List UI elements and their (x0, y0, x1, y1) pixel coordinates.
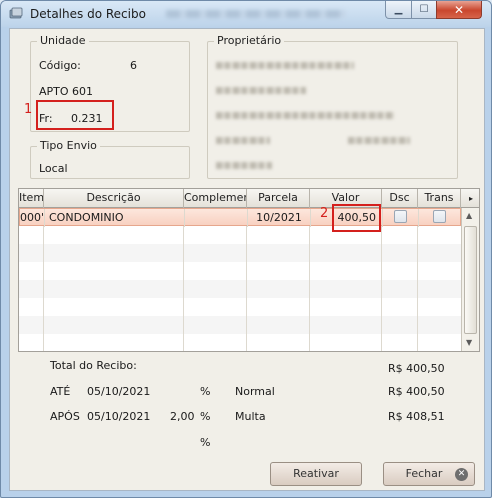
redacted-owner-city (348, 137, 410, 144)
vertical-scrollbar[interactable]: ▲ ▼ (461, 208, 479, 351)
receipt-details-window: Detalhes do Recibo ▁ ☐ ✕ Unidade Código:… (0, 0, 492, 498)
scrollbar-thumb[interactable] (464, 226, 477, 334)
marker-1: 1 (24, 102, 33, 117)
cell-item: 000' (20, 209, 45, 227)
grid-header: Item Descrição Complemento Parcela Valor… (19, 189, 479, 208)
apos-label: APÓS (50, 410, 80, 423)
cell-descricao: CONDOMINIO (45, 209, 185, 227)
scroll-down-icon[interactable]: ▼ (466, 338, 472, 347)
unidade-legend: Unidade (37, 34, 89, 47)
proprietario-legend: Proprietário (214, 34, 285, 47)
apto-value: APTO 601 (39, 85, 94, 98)
empty-row (19, 280, 461, 298)
redacted-owner-doc (216, 87, 306, 94)
close-circle-icon: ✕ (455, 468, 468, 481)
ate-pct: % (200, 385, 211, 398)
title-bar[interactable]: Detalhes do Recibo ▁ ☐ ✕ (1, 1, 491, 27)
chevron-right-icon: ▸ (468, 194, 473, 203)
redacted-title-text (166, 10, 346, 18)
table-row[interactable]: 000' CONDOMINIO 10/2021 400,50 (19, 208, 462, 227)
dialog-body: Unidade Código: 6 APTO 601 Fr: 0.231 1 T… (9, 28, 485, 491)
col-dsc[interactable]: Dsc (382, 189, 418, 208)
app-icon (9, 7, 23, 19)
redacted-owner-zip (216, 162, 272, 169)
cell-dsc (383, 209, 419, 227)
fechar-button[interactable]: Fechar ✕ (383, 462, 475, 486)
empty-row (19, 262, 461, 280)
apos-rate: 2,00 (170, 410, 195, 423)
ate-label: ATÉ (50, 385, 71, 398)
trans-checkbox[interactable] (433, 210, 446, 223)
minimize-button[interactable]: ▁ (385, 1, 412, 19)
col-descricao[interactable]: Descrição (44, 189, 184, 208)
empty-row (19, 244, 461, 262)
redacted-owner-name (216, 62, 354, 69)
apos-date: 05/10/2021 (87, 410, 151, 423)
total-label: Total do Recibo: (50, 359, 137, 372)
scroll-up-icon[interactable]: ▲ (466, 211, 472, 220)
maximize-button[interactable]: ☐ (411, 1, 437, 19)
close-window-button[interactable]: ✕ (436, 1, 482, 19)
ate-type: Normal (235, 385, 275, 398)
empty-row (19, 298, 461, 316)
col-item[interactable]: Item (19, 189, 44, 208)
extra-pct: % (200, 436, 211, 449)
empty-row (19, 334, 461, 351)
col-complemento[interactable]: Complemento (184, 189, 247, 208)
col-trans[interactable]: Trans (418, 189, 461, 208)
cell-parcela: 10/2021 (248, 209, 311, 227)
tipo-envio-value: Local (39, 162, 68, 175)
codigo-label: Código: (39, 59, 81, 72)
scroll-right-button[interactable]: ▸ (461, 189, 479, 208)
fr-highlight-box (36, 100, 114, 130)
empty-row (19, 226, 461, 244)
redacted-owner-complement (216, 137, 270, 144)
apos-value: R$ 408,51 (388, 410, 445, 423)
cell-trans (419, 209, 462, 227)
apos-type: Multa (235, 410, 266, 423)
close-icon: ✕ (453, 2, 465, 17)
marker-2: 2 (320, 206, 329, 221)
redacted-owner-address (216, 112, 394, 119)
empty-row (19, 316, 461, 334)
col-parcela[interactable]: Parcela (247, 189, 310, 208)
minimize-icon: ▁ (394, 4, 403, 15)
total-value: R$ 400,50 (388, 362, 445, 375)
codigo-value: 6 (130, 59, 137, 72)
reativar-button[interactable]: Reativar (270, 462, 362, 486)
ate-date: 05/10/2021 (87, 385, 151, 398)
ate-value: R$ 400,50 (388, 385, 445, 398)
items-grid[interactable]: Item Descrição Complemento Parcela Valor… (18, 188, 480, 352)
window-title: Detalhes do Recibo (30, 7, 146, 21)
fechar-label: Fechar (405, 467, 443, 480)
maximize-icon: ☐ (419, 4, 429, 15)
cell-complemento (185, 209, 248, 227)
apos-pct: % (200, 410, 211, 423)
tipo-envio-legend: Tipo Envio (37, 139, 100, 152)
dsc-checkbox[interactable] (394, 210, 407, 223)
